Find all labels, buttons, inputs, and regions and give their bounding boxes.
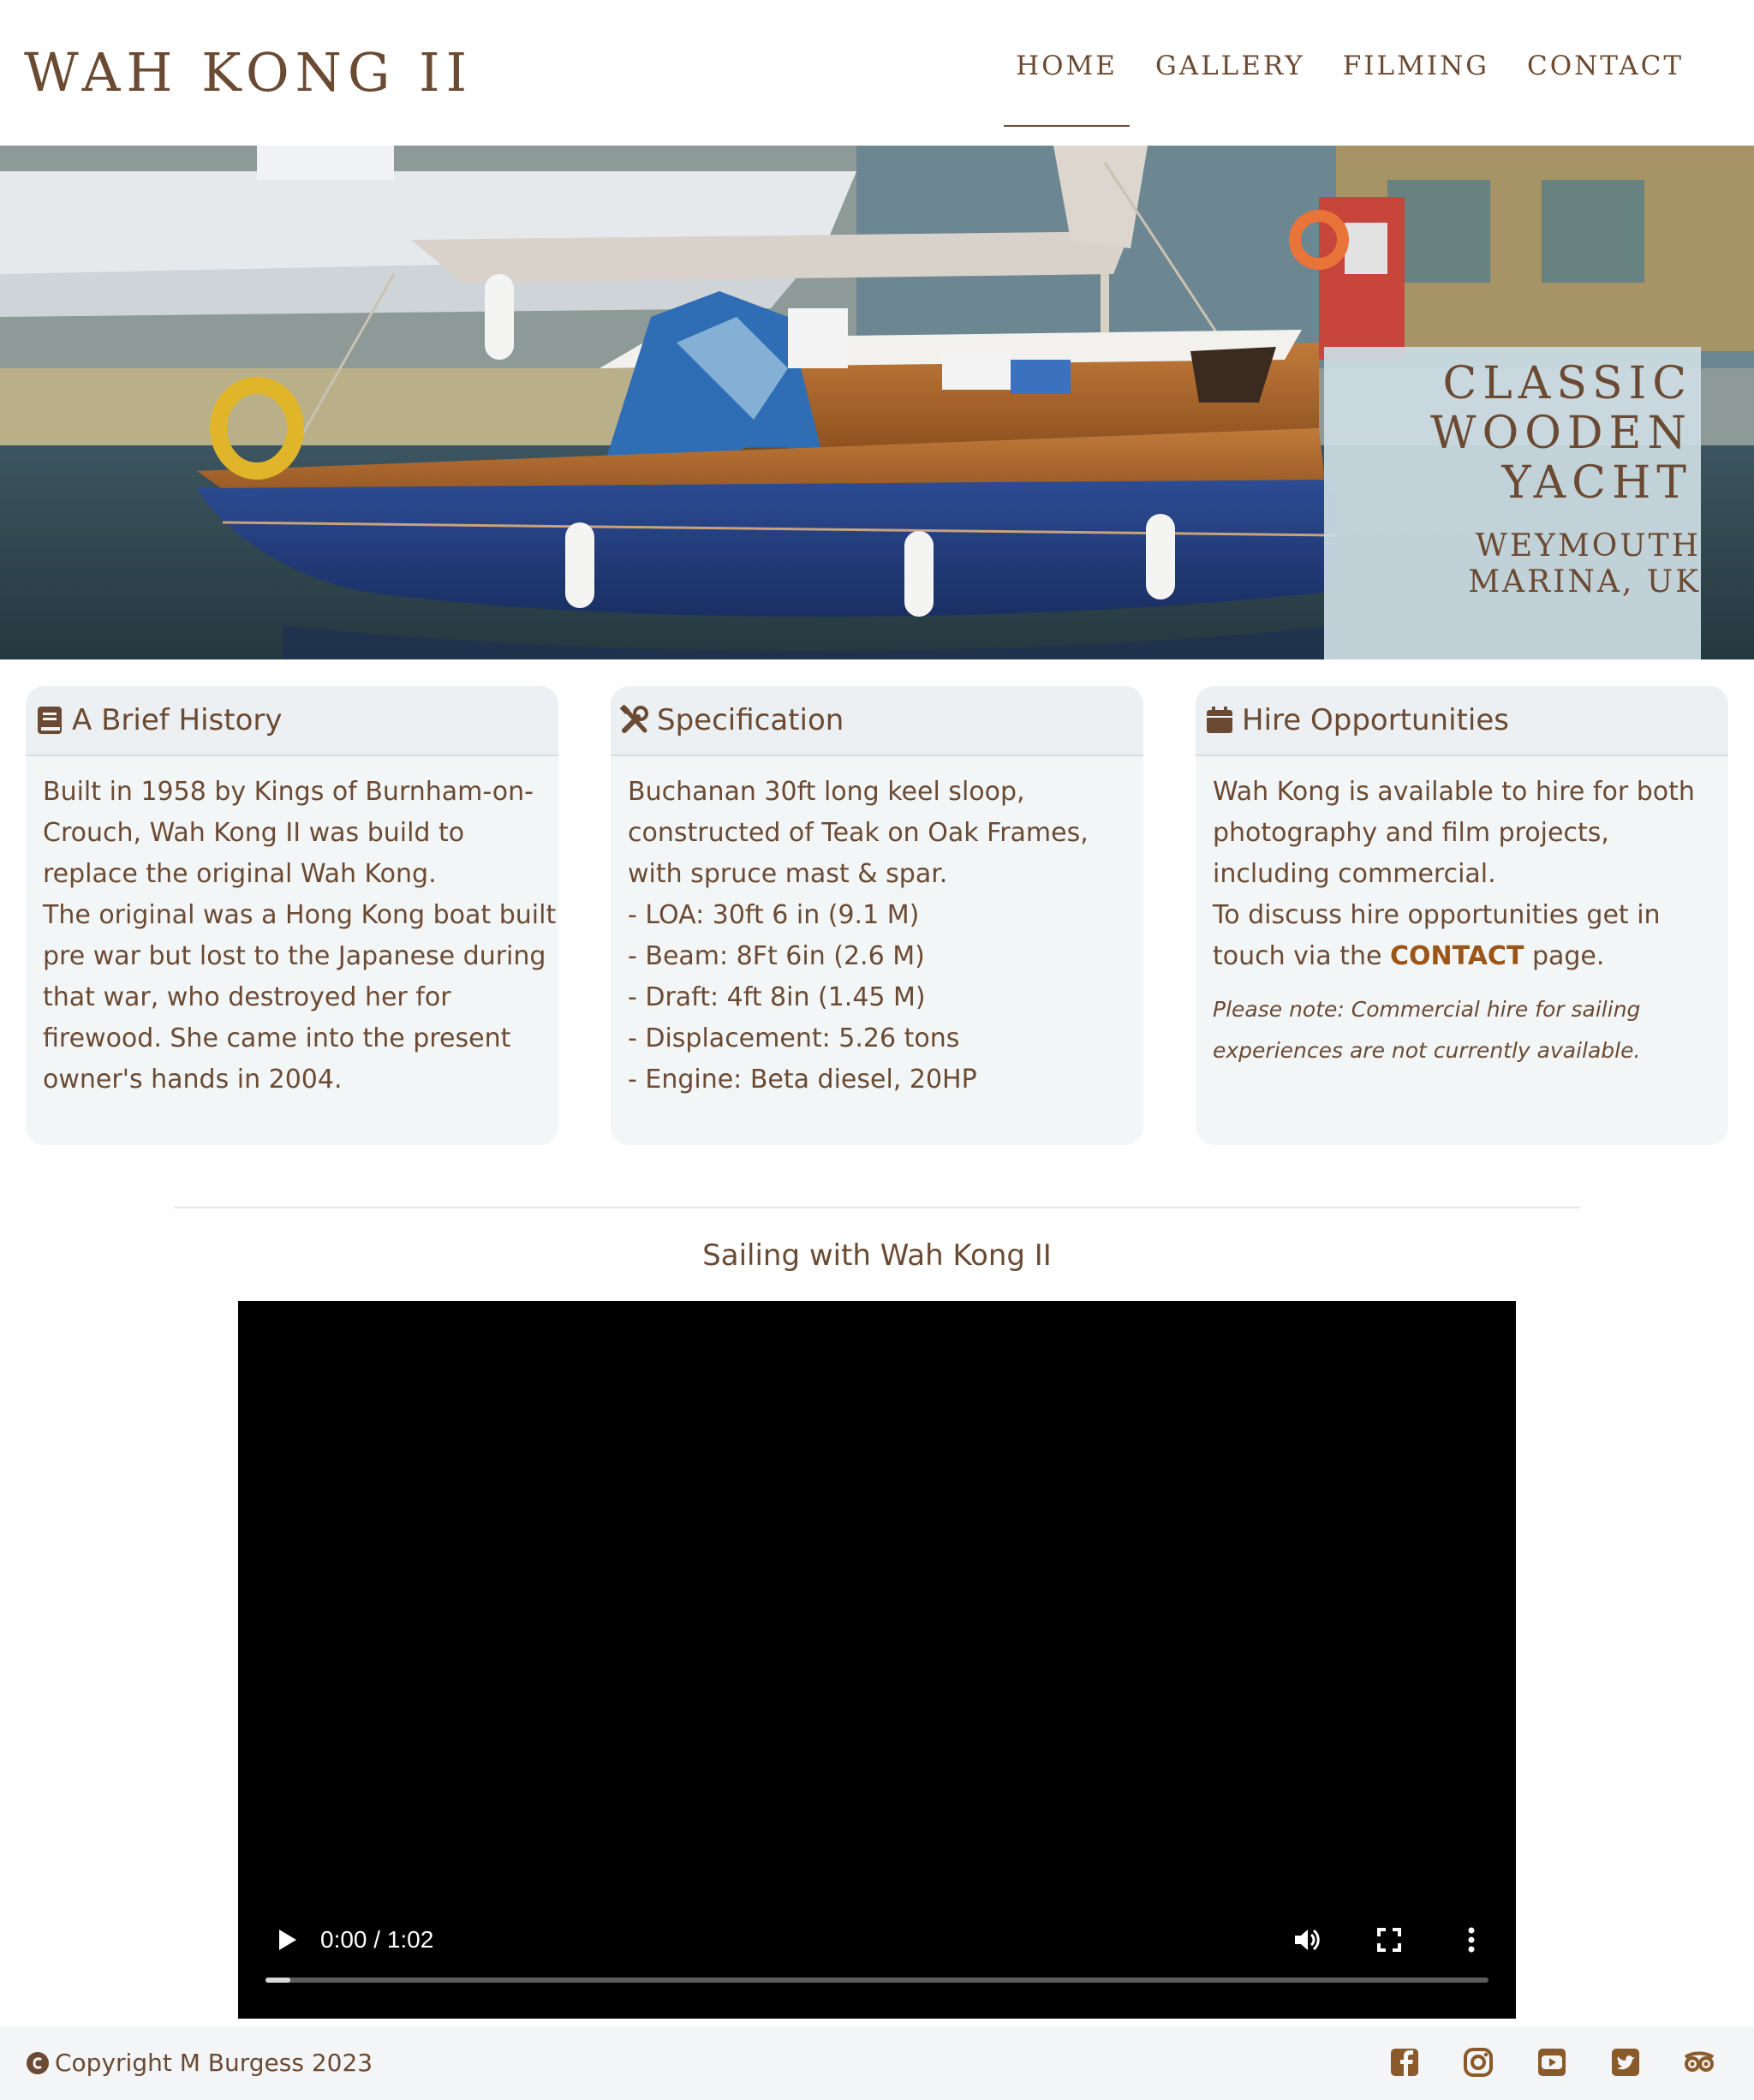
site-header: WAH KONG II HOME GALLERY FILMING CONTACT: [0, 0, 1754, 146]
nav-filming[interactable]: FILMING: [1324, 45, 1508, 127]
play-icon[interactable]: [271, 1924, 301, 1955]
video-player[interactable]: 0:00 / 1:02: [238, 1301, 1516, 2019]
fullscreen-icon[interactable]: [1372, 1923, 1406, 1957]
spec-card-body: Buchanan 30ft long keel sloop, construct…: [611, 756, 1143, 1101]
history-card-body: Built in 1958 by Kings of Burnham-on- Cr…: [26, 756, 558, 1101]
hire-line-pre: touch via the: [1213, 941, 1390, 971]
history-card-title: A Brief History: [72, 703, 283, 737]
tools-icon: [619, 705, 648, 733]
spec-line: with spruce mast & spar.: [628, 859, 948, 889]
main-nav: HOME GALLERY FILMING CONTACT: [997, 45, 1703, 127]
history-line: Built in 1958 by Kings of Burnham-on-: [43, 777, 534, 807]
section-divider: [174, 1207, 1580, 1208]
instagram-icon[interactable]: [1461, 2045, 1495, 2079]
history-line: The original was a Hong Kong boat built: [43, 900, 557, 930]
spec-line: - Engine: Beta diesel, 20HP: [628, 1065, 977, 1095]
history-line: firewood. She came into the present: [43, 1023, 511, 1053]
history-line: replace the original Wah Kong.: [43, 859, 437, 889]
nav-home[interactable]: HOME: [997, 45, 1137, 127]
facebook-icon[interactable]: [1387, 2045, 1422, 2079]
calendar-icon: [1207, 707, 1232, 733]
hire-note-line: Please note: Commercial hire for sailing: [1213, 997, 1641, 1022]
hire-note: Please note: Commercial hire for sailing…: [1213, 989, 1711, 1071]
nav-gallery[interactable]: GALLERY: [1137, 45, 1324, 127]
spec-card-title: Specification: [657, 703, 844, 737]
spec-card-header: Specification: [611, 686, 1143, 756]
specification-card: Specification Buchanan 30ft long keel sl…: [611, 686, 1143, 1145]
spec-line: - Displacement: 5.26 tons: [628, 1023, 960, 1053]
hero-subtitle: WEYMOUTH MARINA, UK: [1468, 528, 1701, 600]
hire-line: including commercial.: [1213, 859, 1496, 889]
hire-line: photography and film projects,: [1213, 818, 1609, 848]
copyright-text: Copyright M Burgess 2023: [55, 2049, 373, 2077]
hire-note-line: experiences are not currently available.: [1213, 1038, 1641, 1063]
book-icon: [38, 707, 62, 734]
twitter-icon[interactable]: [1608, 2045, 1643, 2079]
youtube-icon[interactable]: [1535, 2045, 1569, 2079]
hero-banner: CLASSIC WOODEN YACHT WEYMOUTH MARINA, UK: [0, 146, 1754, 659]
spec-line: - Draft: 4ft 8in (1.45 M): [628, 982, 926, 1012]
hire-card-title: Hire Opportunities: [1242, 703, 1509, 737]
hire-line: To discuss hire opportunities get in: [1213, 900, 1661, 930]
hire-line-post: page.: [1524, 941, 1605, 971]
spec-line: Buchanan 30ft long keel sloop,: [628, 777, 1025, 807]
history-line: that war, who destroyed her for: [43, 982, 451, 1012]
more-options-icon[interactable]: [1454, 1923, 1489, 1957]
spec-line: constructed of Teak on Oak Frames,: [628, 818, 1089, 848]
video-time: 0:00 / 1:02: [320, 1926, 434, 1953]
hero-title: CLASSIC WOODEN YACHT: [1430, 358, 1692, 509]
tripadvisor-icon[interactable]: [1682, 2045, 1716, 2079]
hire-card: Hire Opportunities Wah Kong is available…: [1196, 686, 1728, 1145]
contact-link[interactable]: CONTACT: [1390, 941, 1524, 971]
nav-contact[interactable]: CONTACT: [1508, 45, 1703, 127]
site-footer: Copyright M Burgess 2023: [0, 2026, 1754, 2100]
volume-icon[interactable]: [1290, 1923, 1324, 1957]
hire-line-contact: touch via the CONTACT page.: [1213, 936, 1711, 977]
history-line: Crouch, Wah Kong II was build to: [43, 818, 465, 848]
history-line: pre war but lost to the Japanese during: [43, 941, 546, 971]
video-progress-fill: [265, 1978, 290, 1983]
hero-caption: CLASSIC WOODEN YACHT WEYMOUTH MARINA, UK: [1324, 347, 1701, 659]
hire-card-header: Hire Opportunities: [1196, 686, 1728, 756]
social-links: [1348, 2045, 1716, 2079]
site-logo[interactable]: WAH KONG II: [24, 41, 473, 104]
hire-card-body: Wah Kong is available to hire for both p…: [1196, 756, 1728, 1071]
copyright-icon: [27, 2051, 49, 2074]
history-card-header: A Brief History: [26, 686, 558, 756]
history-card: A Brief History Built in 1958 by Kings o…: [26, 686, 558, 1145]
spec-line: - LOA: 30ft 6 in (9.1 M): [628, 900, 920, 930]
spec-line: - Beam: 8Ft 6in (2.6 M): [628, 941, 925, 971]
video-title: Sailing with Wah Kong II: [702, 1238, 1052, 1273]
hire-line: Wah Kong is available to hire for both: [1213, 777, 1695, 807]
history-line: owner's hands in 2004.: [43, 1065, 343, 1095]
video-progress-bar[interactable]: [265, 1978, 1489, 1983]
copyright: Copyright M Burgess 2023: [26, 2049, 373, 2077]
